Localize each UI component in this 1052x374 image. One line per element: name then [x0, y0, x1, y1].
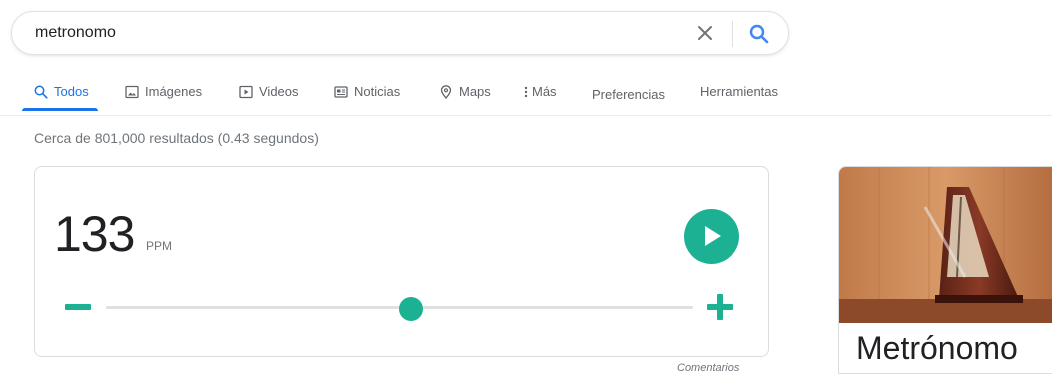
tab-maps[interactable]: Maps [439, 84, 491, 99]
tab-noticias[interactable]: Noticias [334, 84, 400, 99]
search-icon [34, 85, 48, 99]
search-input[interactable]: metronomo [35, 24, 116, 42]
search-box[interactable]: metronomo [11, 11, 789, 55]
tab-imagenes[interactable]: Imágenes [125, 84, 202, 99]
tab-herramientas[interactable]: Herramientas [700, 84, 778, 99]
decrease-tempo-button[interactable] [65, 304, 91, 310]
bpm-unit: PPM [146, 239, 173, 253]
result-stats: Cerca de 801,000 resultados (0.43 segund… [34, 130, 319, 146]
play-button[interactable] [684, 209, 739, 264]
play-icon [705, 226, 721, 246]
knowledge-panel-title: Metrónomo [856, 330, 1018, 366]
news-icon [334, 85, 348, 98]
close-icon[interactable] [696, 24, 714, 42]
search-icon[interactable] [749, 24, 769, 44]
tab-videos[interactable]: Videos [239, 84, 299, 99]
tab-label: Noticias [354, 84, 401, 99]
image-icon [125, 85, 139, 98]
more-vert-icon [524, 86, 528, 97]
tab-label: Videos [259, 84, 299, 99]
active-tab-indicator [22, 108, 98, 111]
tab-label: Herramientas [700, 84, 779, 99]
tempo-slider-thumb[interactable] [399, 297, 424, 321]
tab-preferencias[interactable]: Preferencias [592, 87, 665, 102]
tab-todos[interactable]: Todos [34, 84, 89, 99]
metronome-photo[interactable] [839, 167, 1052, 323]
tab-mas[interactable]: Más [523, 84, 557, 99]
tab-label: Imágenes [145, 84, 203, 99]
search-divider [732, 21, 733, 47]
tabs-divider [0, 115, 1052, 116]
tab-label: Preferencias [592, 87, 665, 102]
search-tabs: Todos Imágenes Videos Noticias Maps Más … [0, 80, 1052, 116]
bpm-value: 133 [54, 206, 135, 262]
knowledge-panel: Metrónomo [838, 166, 1052, 374]
feedback-link[interactable]: Comentarios [677, 362, 739, 374]
tab-label: Maps [459, 84, 491, 99]
map-pin-icon [440, 84, 452, 99]
video-icon [239, 85, 253, 98]
metronome-card: 133 PPM [34, 166, 769, 357]
tab-label: Todos [54, 84, 89, 99]
tab-label: Más [532, 84, 557, 99]
increase-tempo-button[interactable] [707, 294, 733, 320]
